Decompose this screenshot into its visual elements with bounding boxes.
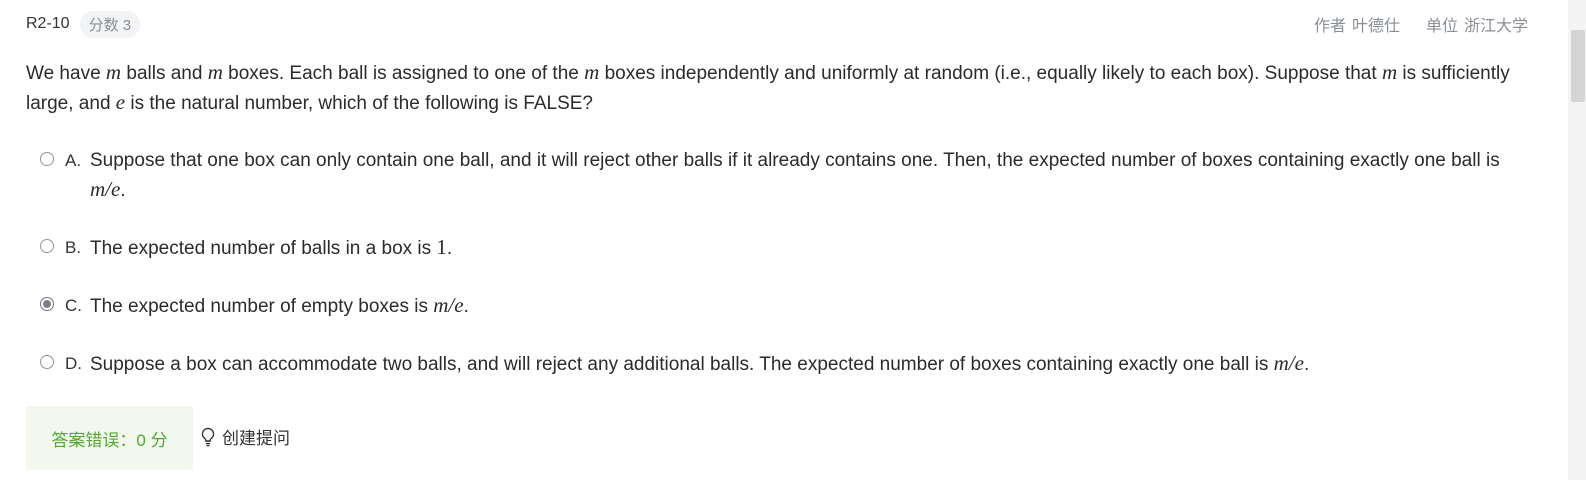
option-tail: . — [446, 238, 453, 259]
option-text: Suppose a box can accommodate two balls,… — [90, 349, 1530, 379]
math-var: m — [584, 60, 600, 84]
math-var: m — [105, 60, 122, 84]
option-d[interactable]: D. Suppose a box can accommodate two bal… — [40, 349, 1530, 379]
unit-info: 单位 浙江大学 — [1426, 12, 1528, 36]
question-part: We have — [26, 63, 106, 84]
author-label: 作者 — [1313, 18, 1346, 35]
option-c[interactable]: C. The expected number of empty boxes is… — [40, 291, 1530, 321]
option-text-part: Suppose a box can accommodate two balls,… — [90, 354, 1274, 375]
author-name: 叶德仕 — [1351, 18, 1400, 35]
option-letter: C. — [65, 296, 82, 315]
problem-meta: 作者 叶德仕 单位 浙江大学 — [1314, 12, 1528, 36]
option-a[interactable]: A. Suppose that one box can only contain… — [40, 146, 1530, 205]
question-text: We have m balls and m boxes. Each ball i… — [26, 58, 1536, 118]
radio-option-c[interactable] — [40, 297, 54, 311]
math-var: e — [115, 90, 126, 114]
option-text: Suppose that one box can only contain on… — [90, 146, 1530, 205]
author-info: 作者 叶德仕 — [1314, 12, 1400, 36]
math-var: m — [1381, 60, 1398, 84]
option-text-part: Suppose that one box can only contain on… — [90, 150, 1500, 171]
problem-header: R2-10 分数 3 作者 叶德仕 单位 浙江大学 — [26, 10, 1528, 38]
option-b[interactable]: B. The expected number of balls in a box… — [40, 233, 1530, 263]
option-math: m/e — [90, 177, 121, 201]
option-text-part: The expected number of balls in a box is — [90, 238, 437, 259]
option-math: m/e — [1273, 351, 1304, 375]
math-var: m — [207, 60, 223, 84]
option-tail: . — [1303, 354, 1310, 375]
radio-option-a[interactable] — [40, 152, 54, 166]
lightbulb-icon — [201, 427, 215, 446]
option-letter: A. — [65, 151, 82, 170]
scrollbar-thumb[interactable] — [1571, 30, 1585, 102]
option-math: 1 — [436, 235, 447, 259]
score-badge: 分数 3 — [79, 10, 141, 38]
question-part: is the natural number, which of the foll… — [125, 93, 593, 114]
question-part: boxes. Each ball is assigned to one of t… — [222, 63, 585, 84]
option-text-part: The expected number of empty boxes is — [90, 296, 434, 317]
option-text: The expected number of balls in a box is… — [90, 233, 1530, 263]
create-question-button[interactable]: 创建提问 — [200, 424, 290, 449]
question-part: balls and — [121, 63, 208, 84]
problem-page: R2-10 分数 3 作者 叶德仕 单位 浙江大学 We have m balls … — [0, 0, 1586, 480]
answer-result: 答案错误：0 分 — [26, 406, 193, 470]
result-text: 答案错误：0 分 — [51, 430, 168, 450]
vertical-scrollbar[interactable] — [1568, 0, 1586, 480]
radio-option-b[interactable] — [40, 239, 54, 253]
unit-label: 单位 — [1425, 18, 1458, 35]
option-text: The expected number of empty boxes is m/… — [90, 291, 1530, 321]
option-letter: B. — [65, 238, 82, 257]
option-tail: . — [120, 180, 126, 201]
option-tail: . — [463, 296, 469, 317]
unit-name: 浙江大学 — [1463, 18, 1528, 35]
radio-option-d[interactable] — [40, 355, 54, 369]
question-part: boxes independently and uniformly at ran… — [599, 63, 1382, 84]
option-math: m/e — [433, 293, 464, 317]
question-id: R2-10 — [26, 15, 70, 32]
create-question-label: 创建提问 — [222, 429, 290, 448]
option-letter: D. — [65, 354, 82, 373]
